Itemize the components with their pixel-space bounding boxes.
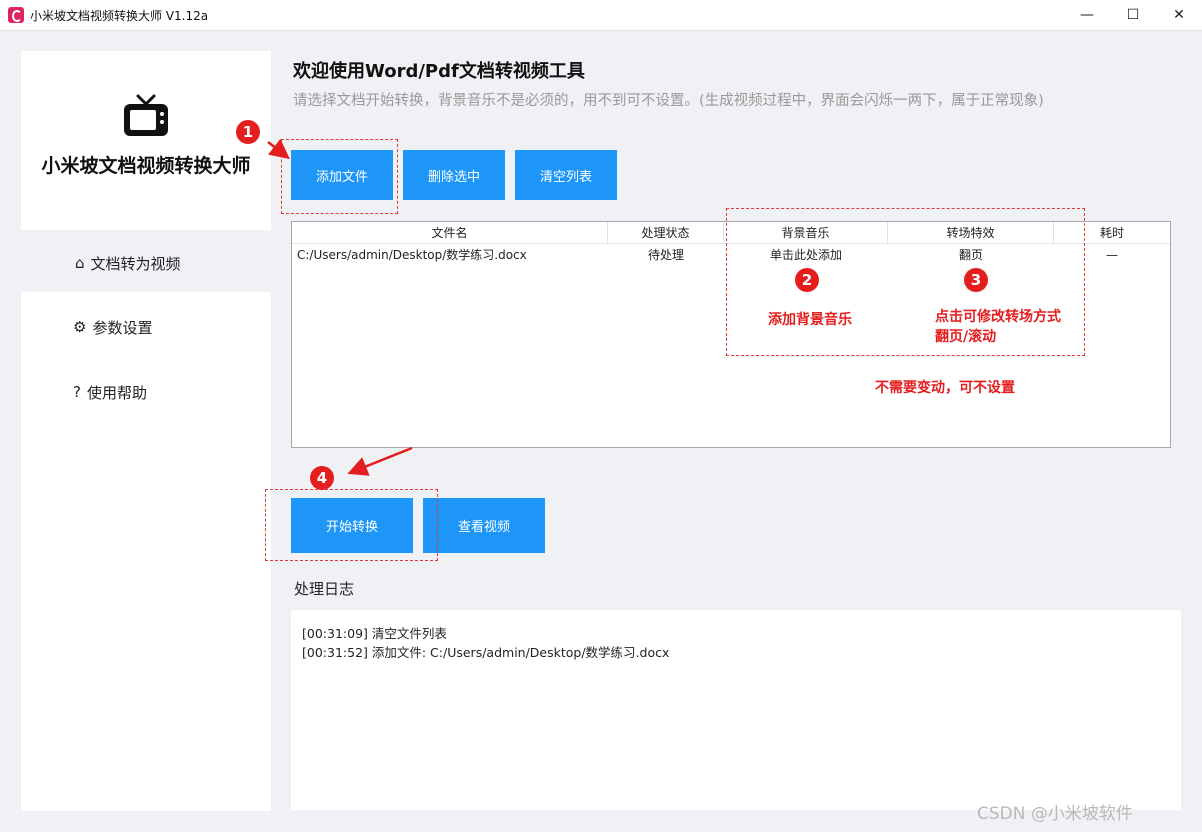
column-header-filename[interactable]: 文件名 [292,222,608,244]
annotation-badge: 1 [236,120,260,144]
arrow-4 [347,446,413,476]
close-button[interactable]: ✕ [1156,0,1202,30]
annotation-box-start [265,489,438,561]
cell-status: 待处理 [647,248,684,262]
annotation-badge: 3 [964,268,988,292]
tv-icon [124,94,168,136]
column-header-status[interactable]: 处理状态 [608,222,724,244]
maximize-button[interactable]: ☐ [1110,0,1156,30]
log-line: [00:31:52] 添加文件: C:/Users/admin/Desktop/… [302,645,670,660]
sidebar-item-label: 文档转为视频 [90,254,181,273]
sidebar-menu: ⚙ 参数设置 ? 使用帮助 [21,292,271,811]
annotation-badge: 2 [795,268,819,292]
clear-list-button[interactable]: 清空列表 [515,150,617,200]
sidebar-item-settings[interactable]: ⚙ 参数设置 [73,316,152,338]
app-name: 小米坡文档视频转换大师 [41,155,251,177]
window-title: 小米坡文档视频转换大师 V1.12a [30,9,209,23]
annotation-badge: 4 [310,466,334,490]
app-icon [8,7,24,23]
minimize-button[interactable]: — [1064,0,1110,30]
sidebar-item-convert[interactable]: ⌂ 文档转为视频 [21,240,271,290]
gear-icon: ⚙ [73,318,87,336]
log-box[interactable]: [00:31:09] 清空文件列表 [00:31:52] 添加文件: C:/Us… [291,610,1181,810]
question-icon: ? [73,383,81,401]
log-line: [00:31:09] 清空文件列表 [302,626,447,641]
sidebar-item-label: 参数设置 [92,318,153,337]
title-bar: 小米坡文档视频转换大师 V1.12a — ☐ ✕ [0,0,1202,31]
watermark: CSDN @小米坡软件 [977,804,1133,824]
annotation-optional-hint: 不需要变动，可不设置 [875,380,1015,396]
annotation-transition-hint: 点击可修改转场方式 [935,309,1061,325]
cell-filename: C:/Users/admin/Desktop/数学练习.docx [297,248,527,262]
page-subtitle: 请选择文档开始转换，背景音乐不是必须的，用不到可不设置。(生成视频过程中，界面会… [293,93,1044,109]
annotation-music-hint: 添加背景音乐 [768,312,852,328]
annotation-box-add [281,139,398,214]
sidebar-item-label: 使用帮助 [86,383,147,402]
page-title: 欢迎使用Word/Pdf文档转视频工具 [293,61,585,82]
log-title: 处理日志 [294,580,355,598]
sidebar-item-help[interactable]: ? 使用帮助 [73,381,147,403]
view-video-button[interactable]: 查看视频 [423,498,545,553]
delete-selected-button[interactable]: 删除选中 [403,150,505,200]
annotation-transition-options: 翻页/滚动 [935,329,997,345]
home-icon: ⌂ [75,254,85,272]
logo-card: 小米坡文档视频转换大师 [21,51,271,230]
annotation-box-options [726,208,1085,356]
